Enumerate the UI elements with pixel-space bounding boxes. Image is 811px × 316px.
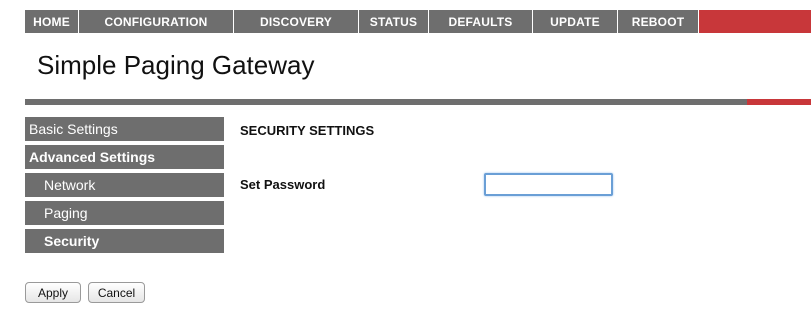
divider-grey [25,99,747,105]
nav-reboot[interactable]: REBOOT [618,10,699,33]
header-divider [25,99,811,105]
nav-status[interactable]: STATUS [359,10,429,33]
nav-discovery[interactable]: DISCOVERY [234,10,359,33]
top-navigation: HOME CONFIGURATION DISCOVERY STATUS DEFA… [25,10,811,33]
nav-home[interactable]: HOME [25,10,79,33]
divider-red [747,99,811,105]
page-title: Simple Paging Gateway [37,50,315,80]
sidebar-item-paging[interactable]: Paging [25,201,224,225]
nav-defaults[interactable]: DEFAULTS [429,10,533,33]
sidebar-item-advanced-settings[interactable]: Advanced Settings [25,145,224,169]
set-password-input[interactable] [484,173,613,196]
sidebar-item-basic-settings[interactable]: Basic Settings [25,117,224,141]
sidebar-item-security[interactable]: Security [25,229,224,253]
apply-button[interactable]: Apply [25,282,81,303]
nav-configuration[interactable]: CONFIGURATION [79,10,234,33]
cancel-button[interactable]: Cancel [88,282,145,303]
sidebar-item-network[interactable]: Network [25,173,224,197]
section-title: SECURITY SETTINGS [240,123,375,138]
nav-update[interactable]: UPDATE [533,10,618,33]
set-password-label: Set Password [240,177,326,192]
nav-accent-bar [699,10,811,33]
sidebar: Basic Settings Advanced Settings Network… [25,117,224,257]
